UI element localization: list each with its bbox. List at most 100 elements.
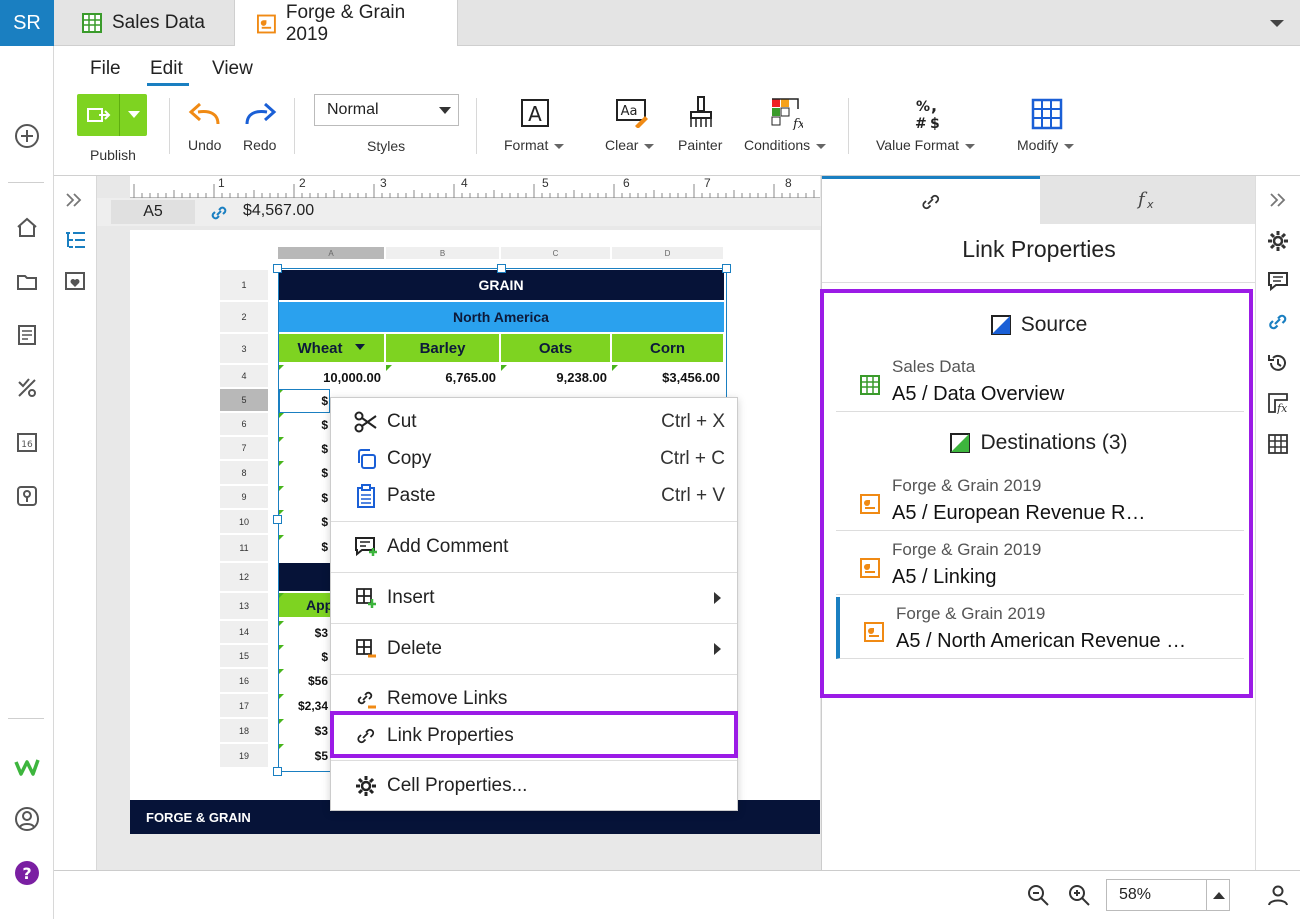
resize-handle[interactable]	[273, 515, 282, 524]
header-cell-wheat[interactable]: Wheat	[278, 334, 385, 362]
modify-button[interactable]: Modify	[1017, 137, 1075, 153]
comments-icon[interactable]	[1264, 268, 1292, 296]
menu-item-insert[interactable]: Insert	[331, 580, 737, 616]
column-header-b[interactable]: B	[386, 247, 500, 259]
menu-view[interactable]: View	[212, 58, 253, 80]
cell-b4[interactable]: 6,765.00	[386, 365, 500, 389]
row-header[interactable]: 3	[220, 334, 268, 364]
header-cell-oats[interactable]: Oats	[501, 334, 611, 362]
styles-dropdown[interactable]: Normal	[314, 94, 459, 126]
table-cell[interactable]: $	[278, 413, 330, 437]
panel-tab-links[interactable]	[822, 176, 1040, 224]
redo-icon[interactable]	[243, 102, 277, 126]
row-header[interactable]: 4	[220, 365, 268, 388]
row-header[interactable]: 9	[220, 486, 268, 509]
column-header-c[interactable]: C	[501, 247, 611, 259]
table-cell[interactable]: $	[278, 535, 330, 559]
row-header[interactable]: 18	[220, 719, 268, 743]
user-avatar[interactable]: SR	[0, 0, 54, 46]
table-cell[interactable]: $2,34	[278, 694, 330, 718]
table-cell[interactable]: $	[278, 461, 330, 485]
help-icon[interactable]: ?	[12, 858, 42, 888]
column-header-a[interactable]: A	[278, 247, 385, 259]
conditions-button[interactable]: Conditions	[744, 137, 827, 153]
workiva-logo-icon[interactable]	[12, 752, 42, 782]
publish-dropdown-icon[interactable]	[127, 110, 141, 120]
folder-icon[interactable]	[12, 267, 42, 297]
table-cell[interactable]: App	[278, 593, 330, 617]
row-header[interactable]: 2	[220, 302, 268, 333]
gear-icon[interactable]	[1264, 227, 1292, 255]
cell-d4[interactable]: $3,456.00	[612, 365, 724, 389]
insights-icon[interactable]	[12, 481, 42, 511]
document-icon[interactable]	[12, 320, 42, 350]
resize-handle[interactable]	[273, 264, 282, 273]
tasks-icon[interactable]	[12, 373, 42, 403]
history-icon[interactable]	[1264, 349, 1292, 377]
row-header[interactable]: 15	[220, 645, 268, 668]
zoom-stepper-up-icon[interactable]	[1206, 880, 1230, 910]
table-cell[interactable]: $56	[278, 669, 330, 693]
calendar-icon[interactable]: 16	[12, 427, 42, 457]
clear-format-icon[interactable]: Aa	[615, 98, 649, 128]
painter-label[interactable]: Painter	[678, 137, 722, 153]
cell-reference-box[interactable]: A5	[111, 200, 195, 224]
row-header[interactable]: 12	[220, 563, 268, 592]
menu-item-cut[interactable]: Cut Ctrl + X	[331, 404, 737, 440]
table-cell[interactable]: $	[278, 645, 330, 669]
formula-value[interactable]: $4,567.00	[243, 202, 314, 220]
user-icon[interactable]	[1266, 883, 1290, 907]
table-cell[interactable]: $3	[278, 621, 330, 645]
menu-item-copy[interactable]: Copy Ctrl + C	[331, 441, 737, 477]
menu-item-delete[interactable]: Delete	[331, 631, 737, 667]
row-header[interactable]: 16	[220, 669, 268, 693]
conditions-icon[interactable]: fx	[771, 98, 803, 130]
collapse-chevrons-icon[interactable]	[1264, 186, 1292, 214]
row-header[interactable]: 5	[220, 389, 268, 412]
filter-dropdown-icon[interactable]	[354, 344, 365, 352]
tab-forge-grain-2019[interactable]: Forge & Grain 2019	[235, 0, 458, 47]
redo-label[interactable]: Redo	[243, 137, 276, 153]
undo-label[interactable]: Undo	[188, 137, 221, 153]
publish-button[interactable]	[77, 94, 147, 136]
painter-icon[interactable]	[688, 96, 714, 128]
region-cell[interactable]: North America	[278, 302, 724, 332]
row-header[interactable]: 6	[220, 413, 268, 436]
panel-tab-formula[interactable]: fx	[1040, 176, 1256, 224]
table-cell[interactable]: $	[278, 486, 330, 510]
row-header[interactable]: 10	[220, 510, 268, 534]
row-header[interactable]: 17	[220, 694, 268, 718]
format-button[interactable]: Format	[504, 137, 565, 153]
table-cell[interactable]: $	[278, 510, 330, 534]
menu-item-paste[interactable]: Paste Ctrl + V	[331, 478, 737, 514]
add-icon[interactable]	[12, 121, 42, 151]
row-header[interactable]: 13	[220, 593, 268, 620]
menu-edit[interactable]: Edit	[150, 58, 183, 80]
resize-handle[interactable]	[497, 264, 506, 273]
expand-chevrons-icon[interactable]	[64, 190, 84, 210]
account-icon[interactable]	[12, 804, 42, 834]
modify-table-icon[interactable]	[1031, 98, 1063, 130]
table-cell[interactable]: $3	[278, 719, 330, 743]
grain-title-cell[interactable]: GRAIN	[278, 270, 724, 300]
active-cell-a5[interactable]	[279, 389, 330, 413]
table-grid-icon[interactable]	[1264, 430, 1292, 458]
header-cell-corn[interactable]: Corn	[612, 334, 724, 362]
resize-handle[interactable]	[273, 767, 282, 776]
table-cell[interactable]: $	[278, 437, 330, 461]
zoom-out-icon[interactable]	[1026, 883, 1050, 907]
row-header[interactable]: 7	[220, 437, 268, 460]
row-header[interactable]: 14	[220, 621, 268, 644]
row-header[interactable]: 1	[220, 270, 268, 301]
column-header-d[interactable]: D	[612, 247, 724, 259]
undo-icon[interactable]	[188, 102, 222, 126]
favorites-icon[interactable]	[64, 271, 86, 293]
row-header[interactable]: 8	[220, 461, 268, 485]
zoom-in-icon[interactable]	[1067, 883, 1091, 907]
table-cell[interactable]: $5	[278, 744, 330, 768]
row-header[interactable]: 19	[220, 744, 268, 768]
menu-item-cell-properties[interactable]: Cell Properties...	[331, 768, 737, 804]
formula-table-icon[interactable]: fx	[1264, 389, 1292, 417]
tab-overflow-chevron-icon[interactable]	[1266, 12, 1288, 34]
tab-sales-data[interactable]: Sales Data	[54, 0, 235, 46]
